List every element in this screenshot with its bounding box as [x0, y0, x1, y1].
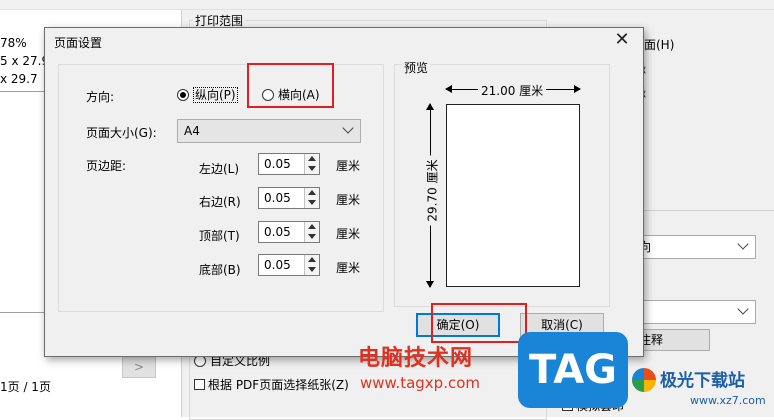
top-strip [0, 0, 774, 10]
checkbox-icon [194, 379, 205, 390]
paper-width: 21.00 厘米 [478, 82, 547, 99]
paper-dimension-1: 5 x 27.9 [0, 54, 50, 68]
orientation-label: 方向: [86, 90, 115, 104]
watermark-text: 电脑技术网 [358, 346, 474, 371]
margin-right-value: 0.05 [264, 191, 291, 205]
chevron-down-icon [342, 122, 354, 134]
portrait-label: 纵向(P) [193, 87, 238, 103]
watermark-url: www.tagxp.com [360, 374, 480, 392]
zoom-level: 78% [0, 36, 27, 50]
arrow-down-icon[interactable] [308, 200, 316, 205]
margin-top-unit: 厘米 [336, 227, 361, 241]
orientation-select[interactable]: 向 [628, 235, 756, 259]
margin-top-stepper[interactable]: 0.05 [258, 221, 320, 243]
paper-preview [446, 104, 580, 287]
margin-bottom-stepper[interactable]: 0.05 [258, 254, 320, 276]
watermark-logo: TAG [518, 332, 628, 408]
page-count: 1页 / 1页 [0, 380, 51, 394]
margin-right-unit: 厘米 [336, 193, 361, 207]
site-logo-icon [632, 368, 656, 392]
page-size-select[interactable]: A4 [177, 119, 361, 143]
watermark-site: 极光下载站 [660, 371, 745, 391]
spin-buttons[interactable] [304, 188, 319, 208]
arrow-up-icon[interactable] [308, 190, 316, 195]
spin-buttons[interactable] [304, 222, 319, 242]
preview-label: 预览 [402, 59, 431, 76]
arrow-down-icon[interactable] [308, 234, 316, 239]
margin-left-label: 左边(L) [199, 162, 240, 176]
paper-dimension-2: x 29.7 [0, 72, 38, 86]
spin-buttons[interactable] [304, 154, 319, 174]
margin-left-stepper[interactable]: 0.05 [258, 153, 320, 175]
arrow-down-icon[interactable] [308, 166, 316, 171]
option-select[interactable] [628, 300, 756, 324]
next-page-button[interactable]: > [122, 356, 156, 378]
arrow-up-icon[interactable] [308, 156, 316, 161]
highlight-landscape [247, 63, 334, 108]
margin-bottom-unit: 厘米 [336, 261, 361, 275]
margin-label: 页边距: [86, 159, 127, 173]
watermark-site-url: www.xz7.com [690, 394, 766, 407]
margin-bottom-label: 底部(B) [199, 263, 241, 277]
margin-top-value: 0.05 [264, 225, 291, 239]
highlight-ok [431, 303, 527, 343]
portrait-radio[interactable]: 纵向(P) [177, 86, 238, 103]
margin-top-label: 顶部(T) [199, 229, 240, 243]
pdf-paper-label: 根据 PDF页面选择纸张(Z) [208, 378, 349, 392]
arrow-down-icon[interactable] [308, 267, 316, 272]
margin-right-stepper[interactable]: 0.05 [258, 187, 320, 209]
paper-height: 29.70 厘米 [423, 155, 441, 226]
radio-checked-icon [177, 89, 189, 101]
page-size-label: 页面大小(G): [86, 126, 157, 140]
arrow-up-icon[interactable] [308, 224, 316, 229]
spin-buttons[interactable] [304, 255, 319, 275]
dialog-title: 页面设置 [54, 36, 103, 50]
pdf-paper-checkbox[interactable]: 根据 PDF页面选择纸张(Z) [194, 376, 349, 393]
margin-right-label: 右边(R) [199, 195, 241, 209]
page-size-value: A4 [184, 124, 200, 138]
margin-left-unit: 厘米 [336, 159, 361, 173]
chevron-down-icon [737, 238, 749, 250]
arrow-up-icon[interactable] [308, 257, 316, 262]
margin-bottom-value: 0.05 [264, 258, 291, 272]
margin-left-value: 0.05 [264, 157, 291, 171]
chevron-down-icon [737, 303, 749, 315]
close-icon[interactable]: ✕ [612, 30, 632, 50]
